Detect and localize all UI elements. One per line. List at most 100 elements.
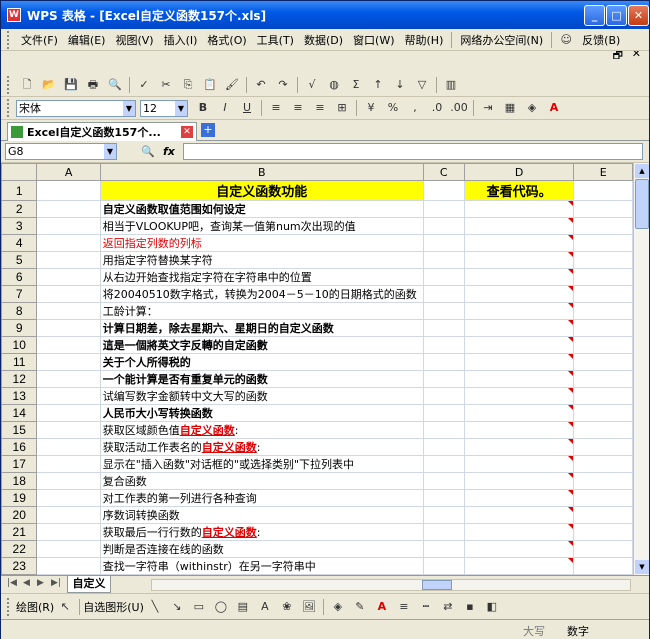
cell-e[interactable] (573, 251, 633, 269)
underline-icon[interactable]: U (238, 99, 256, 117)
cell-b[interactable]: 获取最后一行行数的自定义函数: (99, 523, 424, 541)
spellcheck-icon[interactable]: ✓ (135, 76, 153, 94)
cell-d[interactable] (463, 404, 575, 422)
new-icon[interactable]: 🗋 (18, 76, 36, 94)
cell-a[interactable] (36, 421, 101, 439)
font-color-icon[interactable]: A (545, 99, 563, 117)
insert-function-icon[interactable]: √ (303, 76, 321, 94)
increase-decimal-icon[interactable]: .0 (428, 99, 446, 117)
font-name-select[interactable]: 宋体 ▼ (16, 99, 136, 117)
row-header[interactable]: 20 (1, 506, 38, 524)
row-header[interactable]: 7 (1, 285, 38, 303)
fill-bucket-icon[interactable]: ◈ (329, 598, 347, 616)
cell-c[interactable] (422, 523, 465, 541)
cell-c[interactable] (422, 370, 465, 388)
row-header[interactable]: 17 (1, 455, 38, 473)
chevron-down-icon[interactable]: ▼ (175, 100, 187, 116)
cell-b[interactable]: 人民币大小写转换函数 (99, 404, 424, 422)
function-link[interactable]: 自定义函数 (202, 526, 257, 539)
cell-d[interactable] (463, 523, 575, 541)
cell-e[interactable] (573, 506, 633, 524)
cell-a[interactable] (36, 302, 101, 320)
cell-d[interactable] (463, 217, 575, 235)
decrease-decimal-icon[interactable]: .00 (450, 99, 468, 117)
cell-c[interactable] (422, 438, 465, 456)
sheet-nav-last-icon[interactable]: ▶| (51, 578, 61, 588)
row-header[interactable]: 1 (1, 180, 38, 201)
cell-c[interactable] (422, 472, 465, 490)
rectangle-icon[interactable]: ▭ (190, 598, 208, 616)
preview-icon[interactable]: 🔍 (106, 76, 124, 94)
minimize-button[interactable]: _ (584, 5, 605, 26)
cell-d[interactable] (463, 557, 575, 575)
row-header[interactable]: 9 (1, 319, 38, 337)
formula-input[interactable] (183, 143, 643, 160)
cell-d[interactable] (463, 455, 575, 473)
cell-b[interactable]: 获取区域颜色值自定义函数: (99, 421, 424, 439)
cell-a[interactable] (36, 387, 101, 405)
chart-icon[interactable]: ▥ (442, 76, 460, 94)
cell-c[interactable] (422, 251, 465, 269)
close-tab-icon[interactable]: ✕ (181, 126, 193, 138)
cell-c[interactable] (422, 180, 465, 201)
borders-icon[interactable]: ▦ (501, 99, 519, 117)
cell-c[interactable] (422, 557, 465, 575)
column-header-d[interactable]: D (463, 163, 575, 181)
cell-d[interactable] (463, 438, 575, 456)
cell-c[interactable] (422, 353, 465, 371)
cell-e[interactable] (573, 540, 633, 558)
sort-descending-icon[interactable]: ↓ (391, 76, 409, 94)
row-header[interactable]: 18 (1, 472, 38, 490)
cell-d[interactable] (463, 251, 575, 269)
cell-d[interactable] (463, 472, 575, 490)
cell-e[interactable] (573, 217, 633, 235)
menu-insert[interactable]: 插入(I) (159, 32, 203, 48)
name-box[interactable]: G8 ▼ (5, 143, 117, 160)
cell-a[interactable] (36, 217, 101, 235)
cell-a[interactable] (36, 180, 101, 201)
sort-ascending-icon[interactable]: ↑ (369, 76, 387, 94)
indent-icon[interactable]: ⇥ (479, 99, 497, 117)
menu-tools[interactable]: 工具(T) (252, 32, 299, 48)
cell-e[interactable] (573, 404, 633, 422)
cell-b[interactable]: 返回指定列数的列标 (99, 234, 424, 252)
copy-icon[interactable]: ⎘ (179, 76, 197, 94)
column-header-b[interactable]: B (99, 163, 424, 181)
cell-b[interactable]: 自定义函数功能 (99, 180, 424, 201)
cell-e[interactable] (573, 455, 633, 473)
row-header[interactable]: 3 (1, 217, 38, 235)
cell-d[interactable]: 查看代码。 (463, 180, 575, 201)
autosum-icon[interactable]: Σ (347, 76, 365, 94)
cell-a[interactable] (36, 506, 101, 524)
fill-color-icon[interactable]: ◈ (523, 99, 541, 117)
align-left-icon[interactable]: ≡ (267, 99, 285, 117)
sheet-nav-prev-icon[interactable]: ◀ (23, 578, 30, 588)
cell-d[interactable] (463, 268, 575, 286)
zoom-formula-icon[interactable]: 🔍 (141, 145, 155, 158)
filter-icon[interactable]: ▽ (413, 76, 431, 94)
cell-b[interactable]: 查找一字符串（withinstr）在另一字符串中 (99, 557, 424, 575)
arrow-style-icon[interactable]: ⇄ (439, 598, 457, 616)
cell-c[interactable] (422, 455, 465, 473)
bold-icon[interactable]: B (194, 99, 212, 117)
menu-format[interactable]: 格式(O) (202, 32, 251, 48)
cell-c[interactable] (422, 302, 465, 320)
cell-d[interactable] (463, 234, 575, 252)
cell-b[interactable]: 试编写数字金额转中文大写的函数 (99, 387, 424, 405)
dash-style-icon[interactable]: ┅ (417, 598, 435, 616)
arrow-icon[interactable]: ↘ (168, 598, 186, 616)
cell-a[interactable] (36, 523, 101, 541)
cell-a[interactable] (36, 268, 101, 286)
cell-e[interactable] (573, 421, 633, 439)
cell-d[interactable] (463, 285, 575, 303)
cell-b[interactable]: 获取活动工作表名的自定义函数: (99, 438, 424, 456)
cell-c[interactable] (422, 489, 465, 507)
cell-b[interactable]: 自定义函数取值范围如何设定 (99, 200, 424, 218)
cell-a[interactable] (36, 489, 101, 507)
cell-b[interactable]: 从右边开始查找指定字符在字符串中的位置 (99, 268, 424, 286)
cell-c[interactable] (422, 387, 465, 405)
cell-a[interactable] (36, 370, 101, 388)
cell-e[interactable] (573, 319, 633, 337)
italic-icon[interactable]: I (216, 99, 234, 117)
row-header[interactable]: 5 (1, 251, 38, 269)
